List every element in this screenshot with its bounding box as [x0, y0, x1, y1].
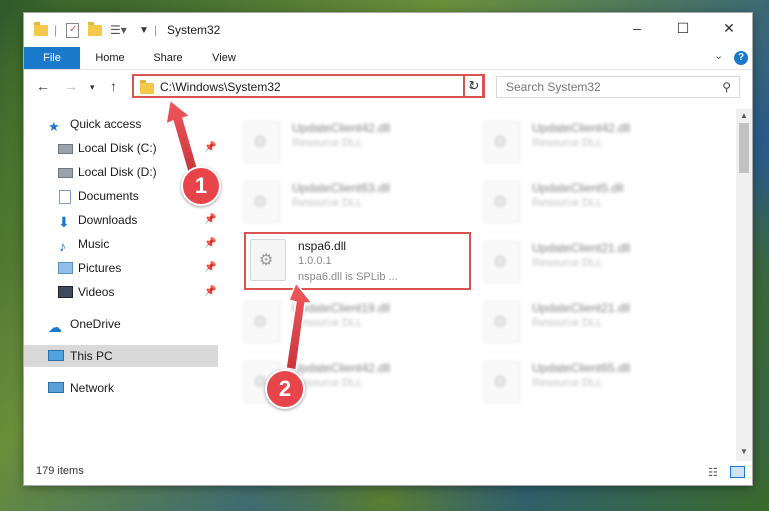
back-arrow-icon[interactable]: ←	[36, 78, 50, 94]
videos-icon	[58, 286, 73, 298]
large-icons-view-icon[interactable]	[730, 466, 745, 478]
separator: |	[154, 23, 158, 37]
sidebar-item-videos[interactable]: Videos 📌	[24, 281, 218, 303]
dll-file-icon	[244, 121, 280, 163]
up-arrow-icon[interactable]: ↑	[110, 78, 117, 94]
item-count: 179 items	[36, 465, 84, 477]
maximize-button[interactable]: ☐	[660, 13, 706, 43]
sidebar-item-downloads[interactable]: ⬇ Downloads 📌	[24, 209, 218, 231]
onedrive-icon: ☁	[48, 319, 62, 335]
properties-icon[interactable]: ✓	[66, 21, 79, 39]
star-icon: ★	[48, 119, 60, 134]
network-icon	[48, 382, 64, 393]
list-item[interactable]: UpdateClient5.dll Resource DLL	[484, 175, 709, 229]
sidebar-item-music[interactable]: ♪ Music 📌	[24, 233, 218, 255]
refresh-button[interactable]: ↻	[463, 74, 485, 98]
downloads-icon: ⬇	[58, 214, 70, 230]
chevron-down-icon[interactable]: ▼	[139, 21, 149, 39]
separator: |	[54, 23, 58, 37]
callout-2: 2	[265, 369, 305, 409]
pin-icon[interactable]: 📌	[204, 209, 216, 231]
sidebar-item-quick-access[interactable]: ★ Quick access	[24, 113, 218, 135]
tab-share[interactable]: Share	[140, 47, 196, 69]
search-icon: ⚲	[722, 80, 731, 94]
folder-icon	[140, 80, 154, 94]
list-item[interactable]: UpdateClient42.dll Resource DLL	[484, 115, 709, 169]
vertical-scrollbar[interactable]: ▲ ▼	[736, 109, 752, 461]
dll-file-icon	[484, 121, 520, 163]
pin-icon[interactable]: 📌	[204, 257, 216, 279]
drive-icon	[58, 168, 73, 178]
customize-toolbar-icon[interactable]: ☰▾	[110, 21, 127, 39]
list-item[interactable]: UpdateClient63.dll Resource DLL	[244, 175, 469, 229]
tab-file[interactable]: File	[24, 47, 80, 69]
help-icon[interactable]: ?	[734, 51, 748, 65]
search-input[interactable]: Search System32 ⚲	[496, 76, 740, 98]
sidebar-item-network[interactable]: Network	[24, 377, 218, 399]
tab-home[interactable]: Home	[82, 47, 138, 69]
list-item[interactable]: UpdateClient65.dll Resource DLL	[484, 355, 709, 409]
sidebar-item-this-pc[interactable]: This PC	[24, 345, 218, 367]
ribbon-tabs: File Home Share View ⌄ ?	[24, 47, 752, 70]
folder-icon	[34, 21, 48, 39]
pin-icon[interactable]: 📌	[204, 233, 216, 255]
dll-file-icon	[484, 241, 520, 283]
address-path: C:\Windows\System32	[160, 80, 281, 94]
navigation-pane: ★ Quick access Local Disk (C:) 📌 Local D…	[24, 109, 218, 461]
pictures-icon	[58, 262, 73, 274]
recent-locations-icon[interactable]: ▾	[90, 82, 95, 93]
close-button[interactable]: ✕	[706, 13, 752, 43]
details-view-icon[interactable]: ☷	[708, 466, 722, 479]
minimize-button[interactable]: –	[614, 13, 660, 43]
dll-file-icon	[484, 181, 520, 223]
highlight-box	[244, 232, 471, 290]
callout-1: 1	[181, 166, 221, 206]
status-bar: 179 items ☷	[24, 461, 752, 485]
scrollbar-thumb[interactable]	[739, 123, 749, 173]
sidebar-item-onedrive[interactable]: ☁ OneDrive	[24, 313, 218, 335]
list-item[interactable]: UpdateClient19.dll Resource DLL	[244, 295, 469, 349]
documents-icon	[59, 190, 71, 204]
title-bar: | ✓ ☰▾ ▼ | System32 – ☐ ✕	[24, 13, 752, 47]
pin-icon[interactable]: 📌	[204, 137, 216, 159]
scroll-down-icon[interactable]: ▼	[736, 447, 752, 456]
dll-file-icon	[244, 301, 280, 343]
sidebar-item-pictures[interactable]: Pictures 📌	[24, 257, 218, 279]
music-icon: ♪	[59, 238, 66, 254]
list-item[interactable]: UpdateClient21.dll Resource DLL	[484, 295, 709, 349]
drive-icon	[58, 144, 73, 154]
navigation-bar: ← → ▾ ↑ C:\Windows\System32 ⌄ ↻ Search S…	[24, 70, 752, 104]
expand-ribbon-icon[interactable]: ⌄	[714, 49, 723, 62]
forward-arrow-icon[interactable]: →	[64, 78, 78, 94]
list-item[interactable]: UpdateClient21.dll Resource DLL	[484, 235, 709, 289]
sidebar-item-local-disk-c[interactable]: Local Disk (C:) 📌	[24, 137, 218, 159]
new-folder-icon[interactable]	[88, 21, 102, 39]
pc-icon	[48, 350, 64, 361]
dll-file-icon	[244, 181, 280, 223]
scroll-up-icon[interactable]: ▲	[736, 111, 752, 120]
pin-icon[interactable]: 📌	[204, 281, 216, 303]
list-item[interactable]: UpdateClient42.dll Resource DLL	[244, 115, 469, 169]
tab-view[interactable]: View	[198, 47, 250, 69]
address-bar[interactable]: C:\Windows\System32 ⌄	[132, 74, 484, 98]
dll-file-icon	[484, 361, 520, 403]
search-placeholder: Search System32	[506, 80, 601, 94]
dll-file-icon	[484, 301, 520, 343]
window-title: System32	[167, 23, 221, 37]
